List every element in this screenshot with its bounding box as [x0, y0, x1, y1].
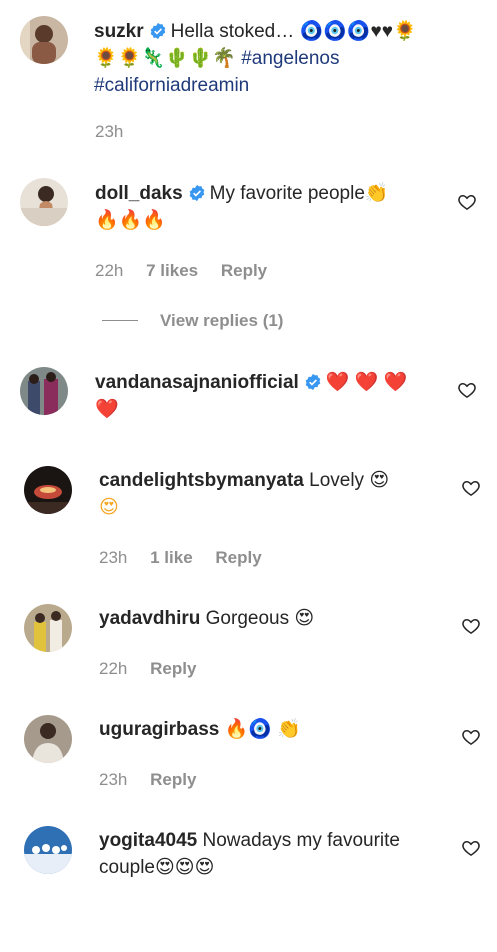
timestamp: 23h: [99, 770, 128, 789]
username[interactable]: vandanasajnaniofficial: [95, 372, 299, 393]
comment-body-line2: couple😍😍😍: [99, 857, 215, 878]
comment-text: yogita4045 Nowadays my favourite couple😍…: [99, 827, 439, 881]
comment-text: uguragirbass 🔥🧿 👏: [99, 716, 439, 743]
comment-meta: 22h Reply: [99, 659, 214, 679]
comment-body: Gorgeous 😍: [205, 608, 315, 629]
comment-body: Nowadays my favourite: [202, 830, 400, 851]
reply-button[interactable]: Reply: [221, 261, 267, 280]
comment-body: My favorite people👏: [209, 183, 389, 204]
comment-text: yadavdhiru Gorgeous 😍: [99, 605, 439, 632]
verified-badge-icon: [305, 373, 321, 391]
comment-text: suzkr Hella stoked… 🧿🧿🧿♥♥🌻 🌻🌻🦎🌵🌵🌴 #angele…: [94, 18, 474, 99]
avatar[interactable]: [20, 367, 68, 415]
likes-count[interactable]: 7 likes: [146, 261, 198, 280]
username[interactable]: doll_daks: [95, 183, 183, 204]
hashtag-link[interactable]: #californiadreamin: [94, 75, 249, 96]
comment-text: vandanasajnaniofficial ❤️ ❤️ ❤️ ❤️: [95, 369, 435, 423]
username[interactable]: suzkr: [94, 21, 144, 42]
timestamp: 22h: [99, 659, 128, 678]
comment-body-line2: ❤️: [95, 399, 119, 420]
comment-meta: 23h 1 like Reply: [99, 548, 280, 568]
like-heart-icon[interactable]: [457, 192, 477, 212]
like-heart-icon[interactable]: [461, 838, 481, 858]
view-replies-button[interactable]: View replies (1): [102, 311, 283, 331]
avatar[interactable]: [24, 826, 72, 874]
verified-badge-icon: [150, 22, 165, 40]
comment-meta: 22h 7 likes Reply: [95, 261, 285, 281]
reply-button[interactable]: Reply: [150, 659, 196, 678]
comment-meta: 23h: [95, 122, 141, 142]
reply-button[interactable]: Reply: [215, 548, 261, 567]
view-replies-label[interactable]: View replies (1): [160, 311, 283, 330]
verified-badge-icon: [189, 184, 204, 202]
avatar[interactable]: [20, 178, 68, 226]
username[interactable]: yadavdhiru: [99, 608, 200, 629]
comment-body: Hella stoked… 🧿🧿🧿♥♥🌻: [170, 21, 417, 42]
comment-body-line2: 🌻🌻🦎🌵🌵🌴: [94, 48, 236, 69]
like-heart-icon[interactable]: [457, 380, 477, 400]
reply-button[interactable]: Reply: [150, 770, 196, 789]
username[interactable]: yogita4045: [99, 830, 197, 851]
comment-body: ❤️ ❤️ ❤️: [325, 372, 408, 393]
comment-meta: 23h Reply: [99, 770, 214, 790]
divider-line: [102, 320, 138, 321]
comment-body-line2: 🔥🔥🔥: [95, 210, 166, 231]
timestamp: 22h: [95, 261, 124, 280]
avatar[interactable]: [20, 16, 68, 64]
comment-body: 🔥🧿 👏: [224, 719, 301, 740]
avatar[interactable]: [24, 466, 72, 514]
comment-body: Lovely 😍: [309, 470, 390, 491]
comments-list: suzkr Hella stoked… 🧿🧿🧿♥♥🌻 🌻🌻🦎🌵🌵🌴 #angele…: [0, 0, 497, 952]
timestamp: 23h: [95, 122, 124, 141]
like-heart-icon[interactable]: [461, 616, 481, 636]
hashtag-link[interactable]: #angelenos: [241, 48, 339, 69]
likes-count[interactable]: 1 like: [150, 548, 193, 567]
like-heart-icon[interactable]: [461, 478, 481, 498]
comment-body-line2: 😍: [99, 497, 119, 518]
like-heart-icon[interactable]: [461, 727, 481, 747]
avatar[interactable]: [24, 604, 72, 652]
comment-text: doll_daks My favorite people👏 🔥🔥🔥: [95, 180, 435, 234]
username[interactable]: uguragirbass: [99, 719, 219, 740]
avatar[interactable]: [24, 715, 72, 763]
timestamp: 23h: [99, 548, 128, 567]
username[interactable]: candelightsbymanyata: [99, 470, 304, 491]
comment-text: candelightsbymanyata Lovely 😍 😍: [99, 467, 439, 521]
